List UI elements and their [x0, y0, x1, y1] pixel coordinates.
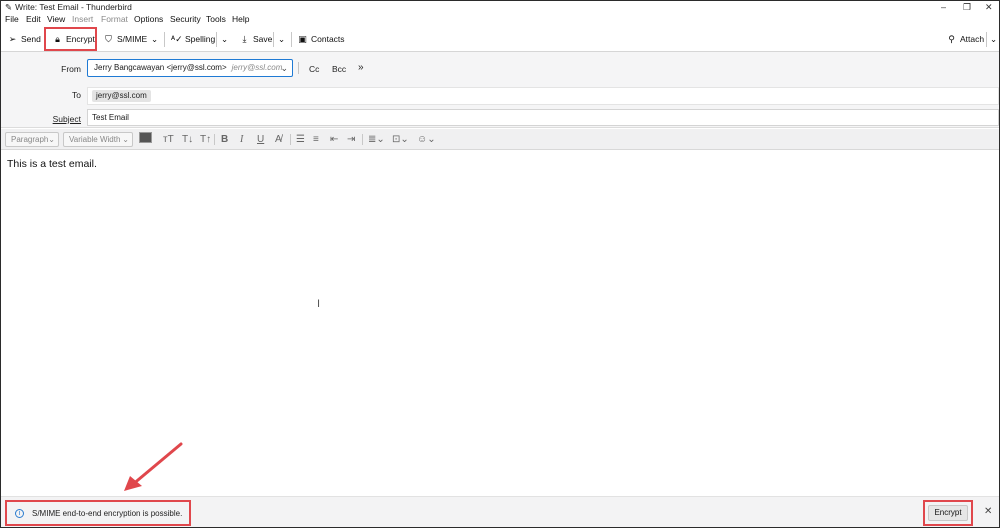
- italic-icon[interactable]: I: [240, 133, 243, 146]
- bold-icon[interactable]: B: [221, 133, 228, 146]
- close-window-button[interactable]: ✕: [985, 1, 993, 13]
- menu-file[interactable]: File: [5, 14, 19, 24]
- notification-message: S/MIME end-to-end encryption is possible…: [32, 509, 183, 518]
- close-notification-icon[interactable]: ✕: [984, 506, 992, 517]
- download-icon: ⤓: [242, 34, 247, 44]
- chevron-down-icon: ⌄: [151, 34, 159, 44]
- outdent-icon[interactable]: ⇤: [330, 133, 338, 146]
- save-button[interactable]: ⤓ Save: [239, 32, 273, 47]
- notification-bar: i S/MIME end-to-end encryption is possib…: [1, 496, 999, 527]
- chevron-down-icon: ⌄: [48, 135, 55, 144]
- underline-icon[interactable]: U: [257, 133, 264, 146]
- more-recipients-button[interactable]: »: [358, 62, 364, 73]
- numbered-list-icon[interactable]: ≡: [313, 133, 319, 146]
- contacts-button[interactable]: ▣ Contacts: [297, 32, 344, 47]
- menu-format[interactable]: Format: [101, 14, 128, 24]
- chevron-down-icon: ⌄: [990, 34, 998, 44]
- chevron-down-icon: ⌄: [280, 63, 288, 73]
- menu-options[interactable]: Options: [134, 14, 163, 24]
- font-size-icon[interactable]: ᴛT: [163, 133, 174, 146]
- format-toolbar: Paragraph ⌄ Variable Width ⌄ ᴛT T↓ T↑ B I …: [1, 129, 999, 150]
- bcc-button[interactable]: Bcc: [332, 64, 346, 74]
- insert-image-icon[interactable]: ⊡⌄: [392, 133, 409, 146]
- chevron-down-icon: ⌄: [122, 135, 129, 144]
- spelling-button[interactable]: ᴬ✓ Spelling: [171, 32, 215, 47]
- menu-security[interactable]: Security: [170, 14, 201, 24]
- message-body[interactable]: This is a test email. I: [1, 151, 999, 491]
- send-button[interactable]: ➢ Send: [7, 32, 41, 47]
- paperclip-icon: ⚲: [948, 34, 955, 44]
- recipient-pill[interactable]: jerry@ssl.com: [92, 90, 151, 102]
- clear-format-icon[interactable]: A̸: [275, 133, 282, 146]
- indent-icon[interactable]: ⇥: [347, 133, 355, 146]
- chevron-down-icon: ⌄: [278, 34, 286, 44]
- bullet-list-icon[interactable]: ☰: [296, 133, 305, 146]
- menu-view[interactable]: View: [47, 14, 65, 24]
- body-text: This is a test email.: [7, 158, 97, 170]
- menu-insert[interactable]: Insert: [72, 14, 93, 24]
- send-icon: ➢: [8, 34, 17, 44]
- menu-help[interactable]: Help: [232, 14, 249, 24]
- from-label: From: [61, 64, 81, 74]
- encrypt-highlight: [44, 27, 97, 51]
- pen-icon: ✎: [5, 2, 13, 12]
- to-field[interactable]: jerry@ssl.com: [87, 87, 999, 105]
- window-title: Write: Test Email - Thunderbird: [15, 2, 132, 12]
- text-color-swatch[interactable]: [139, 132, 152, 143]
- encryption-notice: i S/MIME end-to-end encryption is possib…: [5, 500, 191, 526]
- chevron-down-icon: ⌄: [221, 34, 229, 44]
- menu-edit[interactable]: Edit: [26, 14, 41, 24]
- restore-button[interactable]: ❐: [963, 1, 971, 13]
- subject-label: Subject: [52, 114, 81, 124]
- subject-input[interactable]: Test Email: [87, 109, 999, 126]
- compose-toolbar: ➢ Send 🔒︎ Encrypt ⛉ S/MIME ⌄ ᴬ✓ Spelling ⌄ ⤓…: [1, 27, 999, 52]
- font-select[interactable]: Variable Width ⌄: [63, 132, 133, 147]
- message-header: From Jerry Bangcawayan <jerry@ssl.com> je…: [1, 52, 999, 128]
- attach-dropdown[interactable]: ⌄: [990, 32, 997, 47]
- smaller-text-icon[interactable]: T↓: [182, 133, 193, 146]
- paragraph-select[interactable]: Paragraph ⌄: [5, 132, 59, 147]
- smime-button[interactable]: ⛉ S/MIME: [103, 32, 147, 47]
- emoji-icon[interactable]: ☺⌄: [417, 133, 436, 146]
- address-book-icon: ▣: [298, 34, 307, 44]
- text-cursor-icon: I: [317, 298, 321, 310]
- title-bar: ✎ Write: Test Email - Thunderbird – ❐ ✕: [1, 1, 999, 13]
- info-icon: i: [15, 509, 24, 518]
- smime-dropdown[interactable]: ⌄: [151, 32, 158, 47]
- spelling-dropdown[interactable]: ⌄: [221, 32, 228, 47]
- attach-button[interactable]: ⚲ Attach: [946, 32, 984, 47]
- to-label: To: [72, 90, 81, 100]
- notification-encrypt-button[interactable]: Encrypt: [928, 505, 968, 521]
- from-select[interactable]: Jerry Bangcawayan <jerry@ssl.com> jerry@s…: [87, 59, 293, 77]
- save-dropdown[interactable]: ⌄: [278, 32, 285, 47]
- menu-tools[interactable]: Tools: [206, 14, 226, 24]
- larger-text-icon[interactable]: T↑: [200, 133, 211, 146]
- cc-button[interactable]: Cc: [309, 64, 319, 74]
- spellcheck-icon: ᴬ✓: [171, 34, 183, 44]
- menu-bar: File Edit View Insert Format Options Sec…: [1, 13, 999, 26]
- minimize-button[interactable]: –: [941, 1, 946, 13]
- align-icon[interactable]: ≣⌄: [368, 133, 385, 146]
- encrypt-notice-highlight: Encrypt: [923, 500, 973, 526]
- shield-icon: ⛉: [105, 34, 112, 44]
